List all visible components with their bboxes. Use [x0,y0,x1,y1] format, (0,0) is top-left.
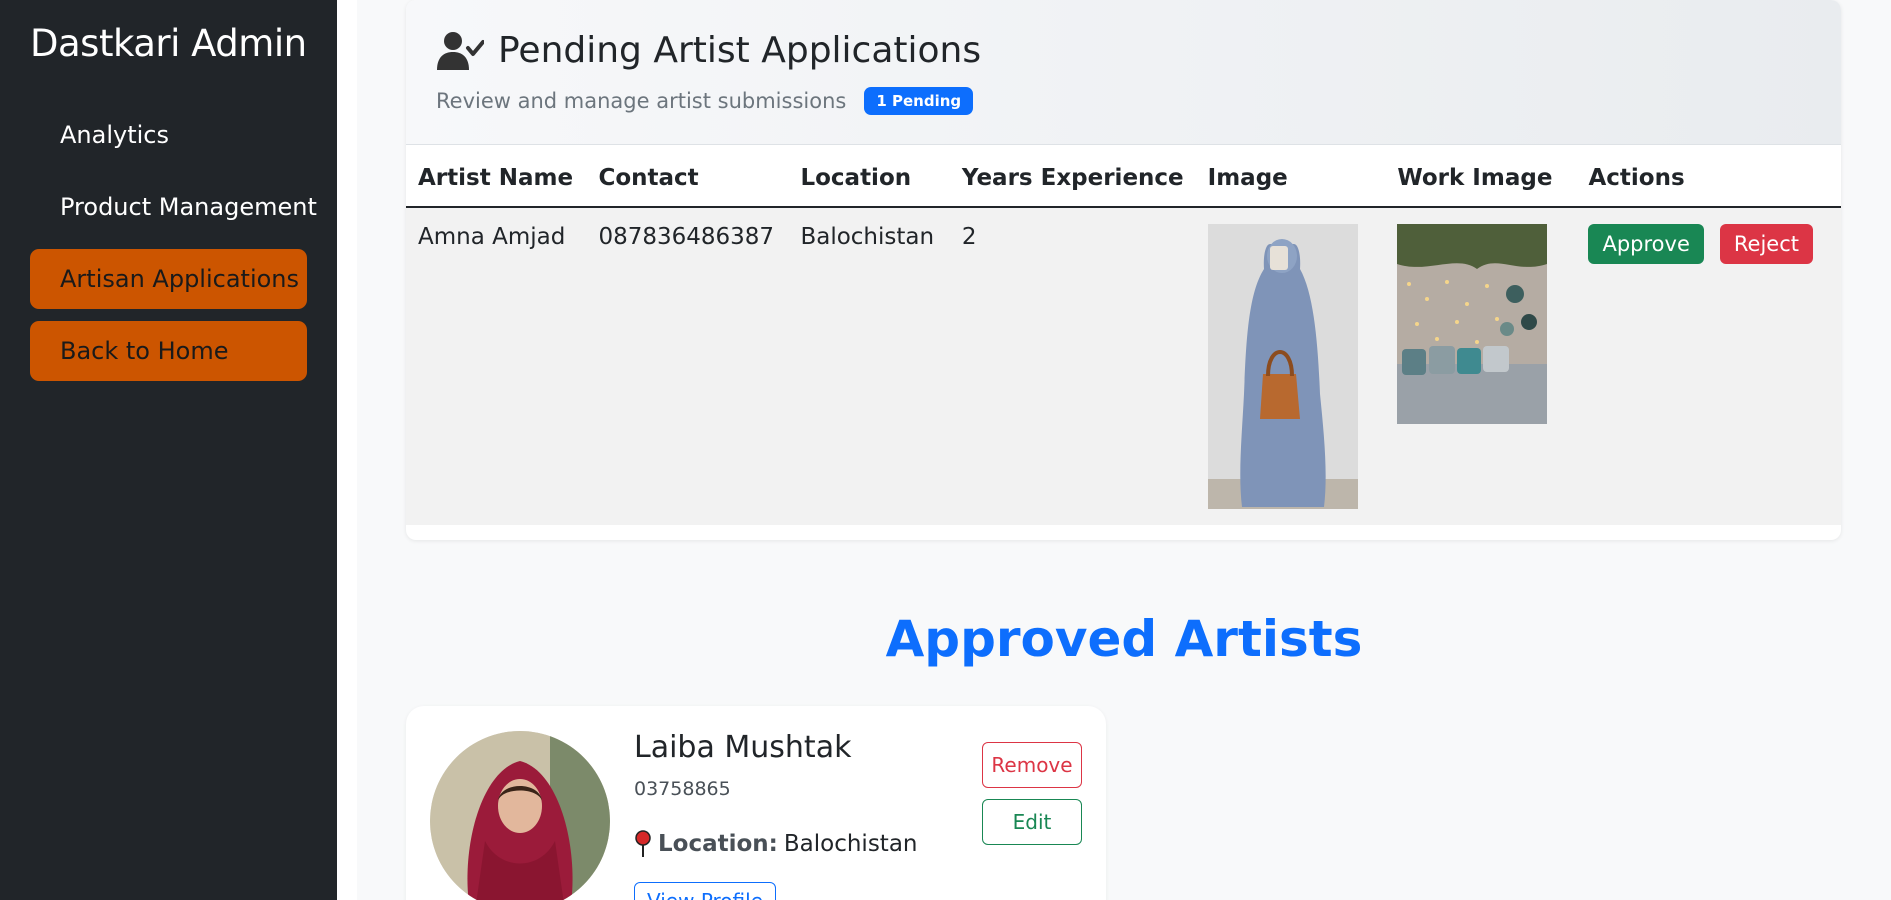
pending-title: Pending Artist Applications [498,30,982,71]
card-header: Pending Artist Applications Review and m… [406,0,1841,145]
cell-years: 2 [949,207,1196,525]
sidebar: Dastkari Admin Analytics Product Managem… [0,0,337,900]
location-value: Balochistan [783,831,918,857]
edit-button[interactable]: Edit [982,799,1082,845]
pending-count-badge: 1 Pending [864,87,974,115]
remove-button[interactable]: Remove [982,742,1082,788]
view-profile-button[interactable]: View Profile [634,882,777,900]
card-subtitle-row: Review and manage artist submissions 1 P… [436,87,1811,115]
reject-button[interactable]: Reject [1719,224,1813,264]
cell-work-image [1385,207,1577,525]
approve-button[interactable]: Approve [1588,224,1704,264]
approved-artists-heading: Approved Artists [885,610,1363,668]
avatar [430,731,610,900]
artist-photo[interactable] [1207,224,1358,509]
brand-title: Dastkari Admin [30,22,307,65]
applications-table: Artist Name Contact Location Years Exper… [406,145,1841,525]
col-work-image: Work Image [1385,145,1577,208]
user-check-icon [437,31,484,70]
col-image: Image [1195,145,1386,208]
nav-back-to-home[interactable]: Back to Home [30,321,307,381]
main-content: Pending Artist Applications Review and m… [357,0,1891,900]
cell-location: Balochistan [788,207,950,525]
cell-actions: Approve Reject [1576,207,1841,525]
location-label: Location: [658,831,778,857]
pending-applications-card: Pending Artist Applications Review and m… [406,0,1841,540]
work-photo[interactable] [1397,224,1548,424]
col-location: Location [788,145,950,208]
cell-contact: 087836486387 [586,207,789,525]
nav-artisan-applications[interactable]: Artisan Applications [30,249,307,309]
col-years-experience: Years Experience [949,145,1196,208]
card-title: Pending Artist Applications [436,30,1811,71]
cell-artist-name: Amna Amjad [406,207,587,525]
pin-icon [635,830,651,857]
table-header-row: Artist Name Contact Location Years Exper… [406,145,1841,208]
col-actions: Actions [1576,145,1841,208]
artist-card: Laiba Mushtak 03758865 Location: Balochi… [406,706,1106,900]
sidebar-divider [337,0,357,900]
col-contact: Contact [586,145,789,208]
col-artist-name: Artist Name [406,145,587,208]
cell-image [1195,207,1386,525]
nav-product-management[interactable]: Product Management [30,177,317,237]
table-row: Amna Amjad 087836486387 Balochistan 2 Ap… [406,207,1841,525]
pending-subtitle: Review and manage artist submissions [436,89,847,113]
artist-location: Location: Balochistan [634,830,918,858]
artist-phone: 03758865 [634,778,731,800]
artist-name: Laiba Mushtak [634,730,852,765]
nav-analytics[interactable]: Analytics [30,105,307,165]
